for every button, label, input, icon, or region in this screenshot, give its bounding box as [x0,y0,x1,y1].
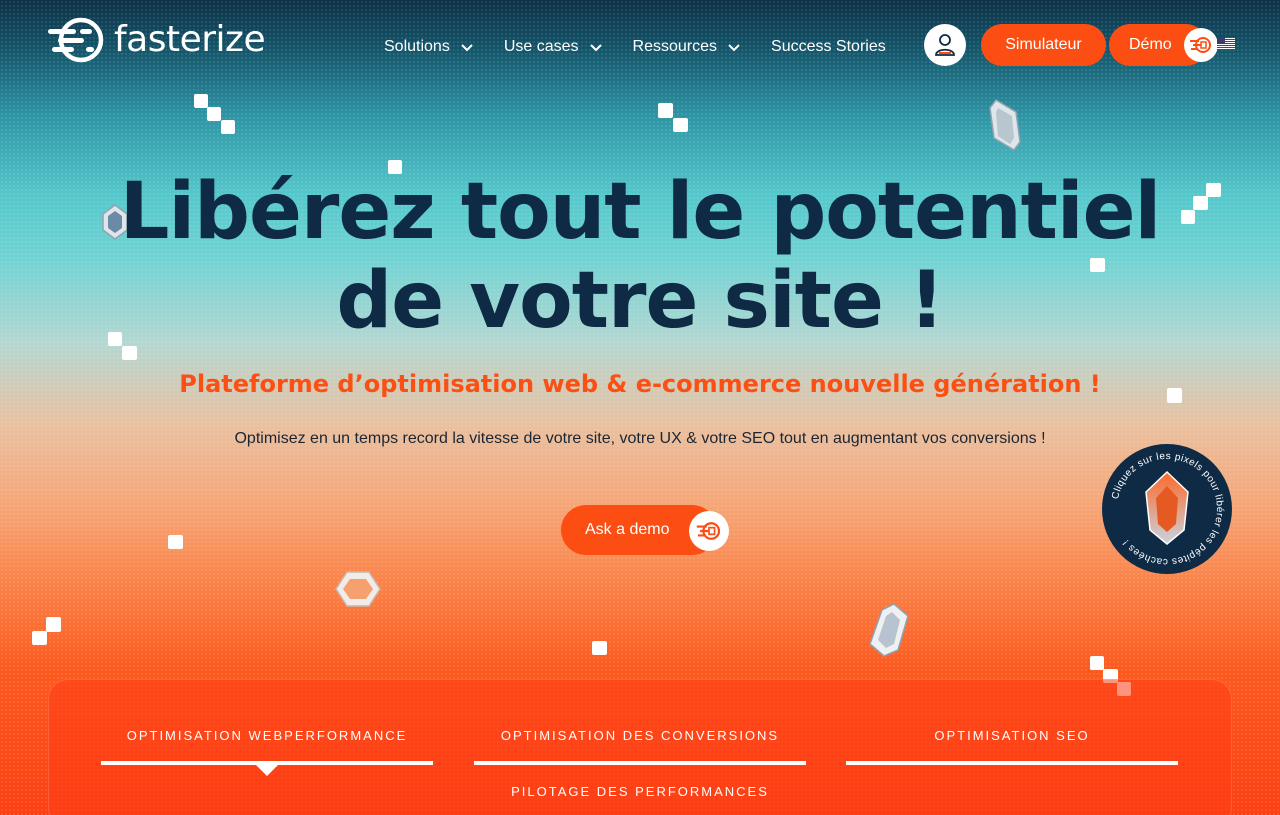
pixel-square[interactable] [207,107,221,121]
pixel-square[interactable] [1090,656,1104,670]
simulator-label: Simulateur [1005,36,1082,53]
user-icon [935,34,955,56]
hero-subtitle: Plateforme d’optimisation web & e-commer… [179,370,1101,398]
nav-solutions[interactable]: Solutions [384,38,474,56]
hidden-gems-badge[interactable]: Cliquez sur les pixels pour libérer les … [1102,444,1232,574]
speed-badge-icon [689,511,729,551]
pixel-square[interactable] [46,617,61,632]
pixel-square[interactable] [194,94,208,108]
nav-label: Use cases [503,38,579,55]
hero-description: Optimisez en un temps record la vitesse … [234,430,1046,447]
gem-icon[interactable] [335,570,381,608]
tab-conversions[interactable]: OPTIMISATION DES CONVERSIONS [474,728,806,743]
nav-label: Solutions [384,38,450,55]
chevron-down-icon [589,44,602,52]
pixel-square[interactable] [658,103,673,118]
pixel-square[interactable] [221,120,235,134]
speed-badge-icon [1184,28,1218,62]
gem-icon[interactable] [986,98,1024,152]
chevron-down-icon [728,44,740,52]
fasterize-logo[interactable]: fasterize [48,16,266,64]
chevron-down-icon [461,44,473,52]
user-account-button[interactable] [924,24,966,66]
demo-label: Démo [1129,36,1172,53]
pixel-square[interactable] [592,641,607,655]
pixel-square[interactable] [673,118,688,132]
tab-webperformance[interactable]: OPTIMISATION WEBPERFORMANCE [101,728,433,743]
pixel-square[interactable] [122,346,137,360]
active-tab-indicator [256,765,278,776]
nav-use-cases[interactable]: Use cases [504,38,603,56]
tab-label: OPTIMISATION SEO [934,728,1090,743]
simulator-button[interactable]: Simulateur [981,24,1106,66]
fasterize-logo-icon [48,17,104,63]
tab-label: PILOTAGE DES PERFORMANCES [511,784,769,799]
main-nav: Solutions Use cases Ressources Success S… [384,38,886,56]
cta-label: Ask a demo [585,521,670,538]
tab-underline [474,761,806,765]
hidden-gems-badge-graphic: Cliquez sur les pixels pour libérer les … [1110,451,1225,567]
nav-success-stories[interactable]: Success Stories [771,38,886,56]
tab-seo[interactable]: OPTIMISATION SEO [846,728,1178,743]
hero-title: Libérez tout le potentiel de votre site … [0,168,1280,346]
us-flag-icon[interactable] [1217,37,1235,50]
nav-label: Ressources [632,38,718,55]
tab-label: OPTIMISATION DES CONVERSIONS [500,728,780,743]
logo-wordmark: fasterize [114,19,266,60]
hero-title-line-1: Libérez tout le potentiel [119,167,1162,257]
tab-label: OPTIMISATION WEBPERFORMANCE [126,728,408,743]
nav-label: Success Stories [771,38,886,55]
nav-ressources[interactable]: Ressources [633,38,741,56]
tab-underline [846,761,1178,765]
tab-pilotage[interactable]: PILOTAGE DES PERFORMANCES [474,784,806,799]
hero-title-line-2: de votre site ! [336,256,944,346]
gem-icon[interactable] [868,602,910,658]
pixel-square[interactable] [32,631,47,645]
pixel-square[interactable] [168,535,183,549]
